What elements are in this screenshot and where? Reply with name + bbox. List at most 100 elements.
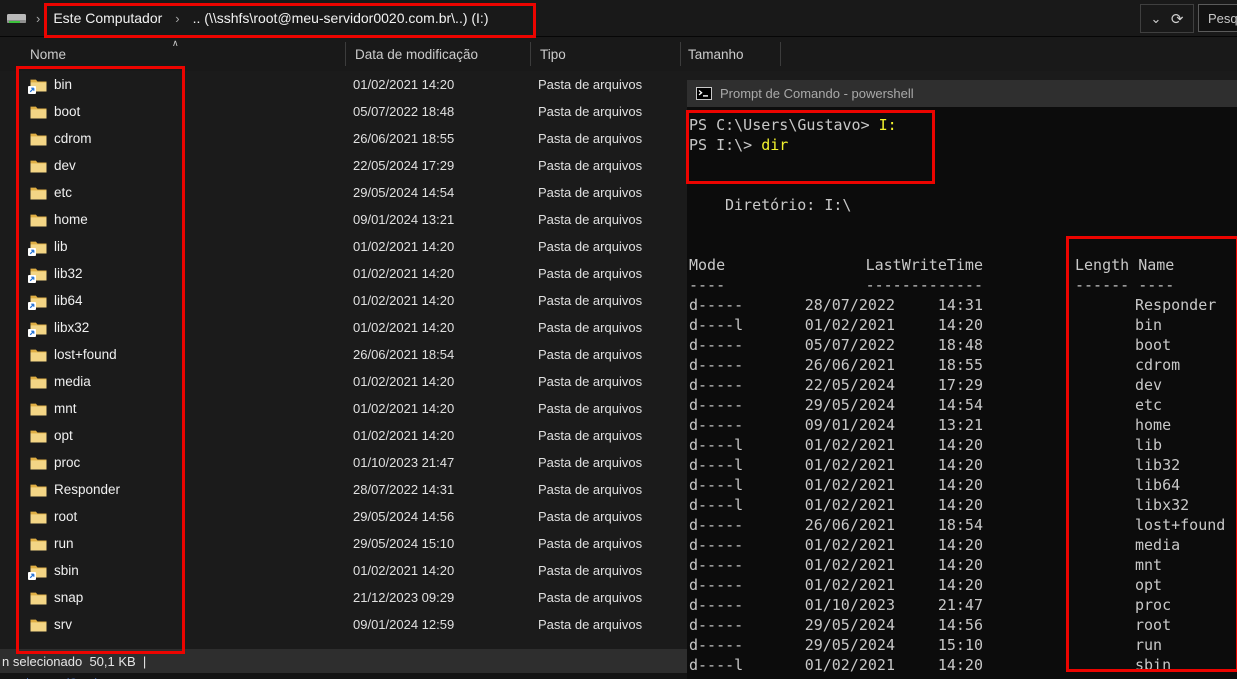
column-divider[interactable]: [530, 42, 531, 66]
command-text: I:: [879, 116, 897, 134]
file-type: Pasta de arquivos: [538, 77, 642, 92]
file-modified-date: 01/10/2023 21:47: [353, 455, 538, 470]
file-name: opt: [54, 428, 353, 443]
dir-date: 09/01/2024: [777, 415, 895, 435]
file-modified-date: 29/05/2024 14:54: [353, 185, 538, 200]
dir-name: dev: [1135, 375, 1162, 395]
dir-name: opt: [1135, 575, 1162, 595]
file-row[interactable]: home 09/01/2024 13:21 Pasta de arquivos: [0, 206, 690, 233]
file-type: Pasta de arquivos: [538, 104, 642, 119]
column-header-name[interactable]: Nome: [30, 37, 66, 71]
column-divider[interactable]: [680, 42, 681, 66]
search-input[interactable]: Pesq: [1198, 4, 1237, 32]
file-row[interactable]: sbin 01/02/2021 14:20 Pasta de arquivos: [0, 557, 690, 584]
column-header-type[interactable]: Tipo: [540, 37, 566, 71]
column-header-modified[interactable]: Data de modificação: [355, 37, 478, 71]
dir-mode: d-----: [689, 415, 777, 435]
dir-mode: d-----: [689, 355, 777, 375]
console-dir-row: d-----01/10/202321:47proc: [689, 595, 1237, 615]
file-type: Pasta de arquivos: [538, 266, 642, 281]
console-dir-row: d----l01/02/202114:20lib32: [689, 455, 1237, 475]
dir-date: 05/07/2022: [777, 335, 895, 355]
dir-time: 14:20: [895, 475, 983, 495]
folder-icon: [30, 267, 47, 281]
file-name: dev: [54, 158, 353, 173]
breadcrumb-path[interactable]: .. (\\sshfs\root@meu-servidor0020.com.br…: [187, 10, 495, 26]
dir-name: home: [1135, 415, 1171, 435]
file-row[interactable]: mnt 01/02/2021 14:20 Pasta de arquivos: [0, 395, 690, 422]
folder-icon: [30, 240, 47, 254]
breadcrumb-chevron-icon[interactable]: ›: [29, 11, 47, 26]
file-row[interactable]: cdrom 26/06/2021 18:55 Pasta de arquivos: [0, 125, 690, 152]
file-row[interactable]: etc 29/05/2024 14:54 Pasta de arquivos: [0, 179, 690, 206]
dir-name: lib32: [1135, 455, 1180, 475]
shortcut-arrow-icon: [28, 302, 36, 310]
dir-name: libx32: [1135, 495, 1189, 515]
dir-time: 14:20: [895, 655, 983, 675]
file-row[interactable]: opt 01/02/2021 14:20 Pasta de arquivos: [0, 422, 690, 449]
file-row[interactable]: Responder 28/07/2022 14:31 Pasta de arqu…: [0, 476, 690, 503]
folder-icon: [30, 537, 47, 551]
file-row[interactable]: lost+found 26/06/2021 18:54 Pasta de arq…: [0, 341, 690, 368]
shortcut-arrow-icon: [28, 275, 36, 283]
file-row[interactable]: boot 05/07/2022 18:48 Pasta de arquivos: [0, 98, 690, 125]
folder-icon: [30, 564, 47, 578]
file-modified-date: 01/02/2021 14:20: [353, 266, 538, 281]
dir-time: 14:20: [895, 435, 983, 455]
dir-time: 14:20: [895, 535, 983, 555]
dir-time: 14:20: [895, 315, 983, 335]
file-modified-date: 29/05/2024 14:56: [353, 509, 538, 524]
cmd-icon: [696, 87, 712, 100]
terminal-title-bar[interactable]: Prompt de Comando - powershell: [687, 80, 1237, 107]
folder-icon: [30, 132, 47, 146]
file-type: Pasta de arquivos: [538, 401, 642, 416]
dir-mode: d----l: [689, 315, 777, 335]
refresh-icon[interactable]: ⟳: [1171, 10, 1184, 28]
file-row[interactable]: lib 01/02/2021 14:20 Pasta de arquivos: [0, 233, 690, 260]
prompt-text: PS C:\Users\Gustavo>: [689, 116, 870, 134]
file-row[interactable]: run 29/05/2024 15:10 Pasta de arquivos: [0, 530, 690, 557]
file-type: Pasta de arquivos: [538, 374, 642, 389]
file-name: bin: [54, 77, 353, 92]
file-row[interactable]: proc 01/10/2023 21:47 Pasta de arquivos: [0, 449, 690, 476]
file-row[interactable]: media 01/02/2021 14:20 Pasta de arquivos: [0, 368, 690, 395]
file-name: lib: [54, 239, 353, 254]
breadcrumb-chevron-icon[interactable]: ›: [168, 11, 186, 26]
file-row[interactable]: dev 22/05/2024 17:29 Pasta de arquivos: [0, 152, 690, 179]
column-divider[interactable]: [345, 42, 346, 66]
column-header-size[interactable]: Tamanho: [688, 37, 744, 71]
dir-date: 01/02/2021: [777, 315, 895, 335]
file-row[interactable]: lib32 01/02/2021 14:20 Pasta de arquivos: [0, 260, 690, 287]
dir-date: 26/06/2021: [777, 515, 895, 535]
folder-icon: [30, 483, 47, 497]
file-type: Pasta de arquivos: [538, 590, 642, 605]
file-modified-date: 29/05/2024 15:10: [353, 536, 538, 551]
dir-date: 01/02/2021: [777, 535, 895, 555]
dir-mode: d-----: [689, 635, 777, 655]
file-row[interactable]: lib64 01/02/2021 14:20 Pasta de arquivos: [0, 287, 690, 314]
file-name: srv: [54, 617, 353, 632]
folder-icon: [30, 429, 47, 443]
dir-date: 01/02/2021: [777, 655, 895, 675]
file-type: Pasta de arquivos: [538, 482, 642, 497]
file-type: Pasta de arquivos: [538, 563, 642, 578]
file-row[interactable]: srv 09/01/2024 12:59 Pasta de arquivos: [0, 611, 690, 638]
file-modified-date: 22/05/2024 17:29: [353, 158, 538, 173]
dir-name: etc: [1135, 395, 1162, 415]
dir-name: lib: [1135, 435, 1162, 455]
dir-mode: d-----: [689, 595, 777, 615]
breadcrumb-root[interactable]: Este Computador: [47, 10, 168, 26]
file-row[interactable]: bin 01/02/2021 14:20 Pasta de arquivos: [0, 71, 690, 98]
dir-time: 14:31: [895, 295, 983, 315]
file-row[interactable]: libx32 01/02/2021 14:20 Pasta de arquivo…: [0, 314, 690, 341]
address-dropdown-chevron-icon[interactable]: ⌄: [1151, 14, 1162, 24]
file-modified-date: 01/02/2021 14:20: [353, 563, 538, 578]
dir-name: boot: [1135, 335, 1171, 355]
file-name: libx32: [54, 320, 353, 335]
file-row[interactable]: root 29/05/2024 14:56 Pasta de arquivos: [0, 503, 690, 530]
column-divider[interactable]: [780, 42, 781, 66]
file-modified-date: 26/06/2021 18:54: [353, 347, 538, 362]
file-name: mnt: [54, 401, 353, 416]
file-row[interactable]: snap 21/12/2023 09:29 Pasta de arquivos: [0, 584, 690, 611]
console-dir-row: d-----22/05/202417:29dev: [689, 375, 1237, 395]
